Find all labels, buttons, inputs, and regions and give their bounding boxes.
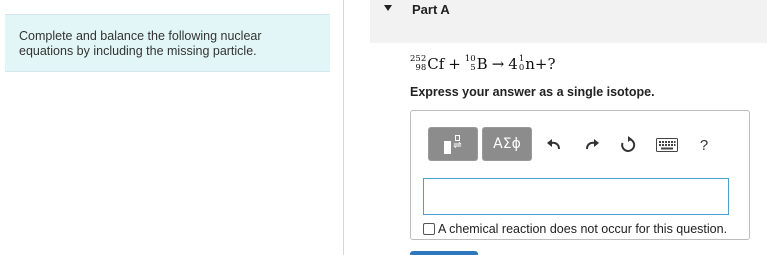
reactant-californium: 252 98 Cf — [410, 55, 445, 74]
instructions-text: Complete and balance the following nucle… — [19, 29, 262, 58]
no-reaction-checkbox[interactable] — [423, 223, 435, 235]
instructions-panel: Complete and balance the following nucle… — [5, 14, 330, 72]
part-title: Part A — [412, 2, 450, 17]
submit-button[interactable] — [410, 251, 478, 255]
answer-instruction: Express your answer as a single isotope. — [410, 85, 655, 99]
keyboard-icon[interactable] — [656, 135, 678, 155]
answer-input[interactable] — [423, 178, 729, 215]
particle-symbol: n — [525, 55, 535, 73]
unknown-particle: ? — [547, 55, 556, 73]
reactant-boron: 10 5 B — [465, 55, 488, 74]
reset-icon[interactable] — [618, 135, 638, 155]
no-reaction-label: A chemical reaction does not occur for t… — [438, 222, 728, 236]
panel-divider — [343, 0, 344, 255]
template-button[interactable]: ⇌ — [428, 127, 478, 161]
element-symbol: Cf — [427, 55, 445, 73]
nuclear-equation: 252 98 Cf + 10 5 B → 4 1 0 n + ? — [410, 52, 556, 76]
atomic-number: 5 — [470, 63, 476, 73]
atomic-number: 98 — [415, 63, 427, 73]
no-reaction-option[interactable]: A chemical reaction does not occur for t… — [423, 222, 727, 236]
template-icon: ⇌ — [444, 134, 462, 154]
answer-box: ⇌ ΑΣϕ ? A chemical reaction does not occ… — [410, 110, 750, 240]
element-symbol: B — [476, 55, 488, 73]
greek-letters-button[interactable]: ΑΣϕ — [482, 127, 532, 161]
neutron-coefficient: 4 — [508, 55, 518, 73]
help-icon[interactable]: ? — [694, 135, 714, 155]
undo-icon[interactable] — [544, 135, 564, 155]
product-neutron: 1 0 n — [518, 55, 535, 74]
collapse-caret-icon[interactable] — [384, 5, 392, 11]
atomic-number: 0 — [518, 63, 525, 73]
plus-sign: + — [534, 55, 548, 73]
reaction-arrow: → — [491, 55, 505, 73]
redo-icon[interactable] — [582, 135, 602, 155]
plus-sign: + — [448, 55, 461, 73]
